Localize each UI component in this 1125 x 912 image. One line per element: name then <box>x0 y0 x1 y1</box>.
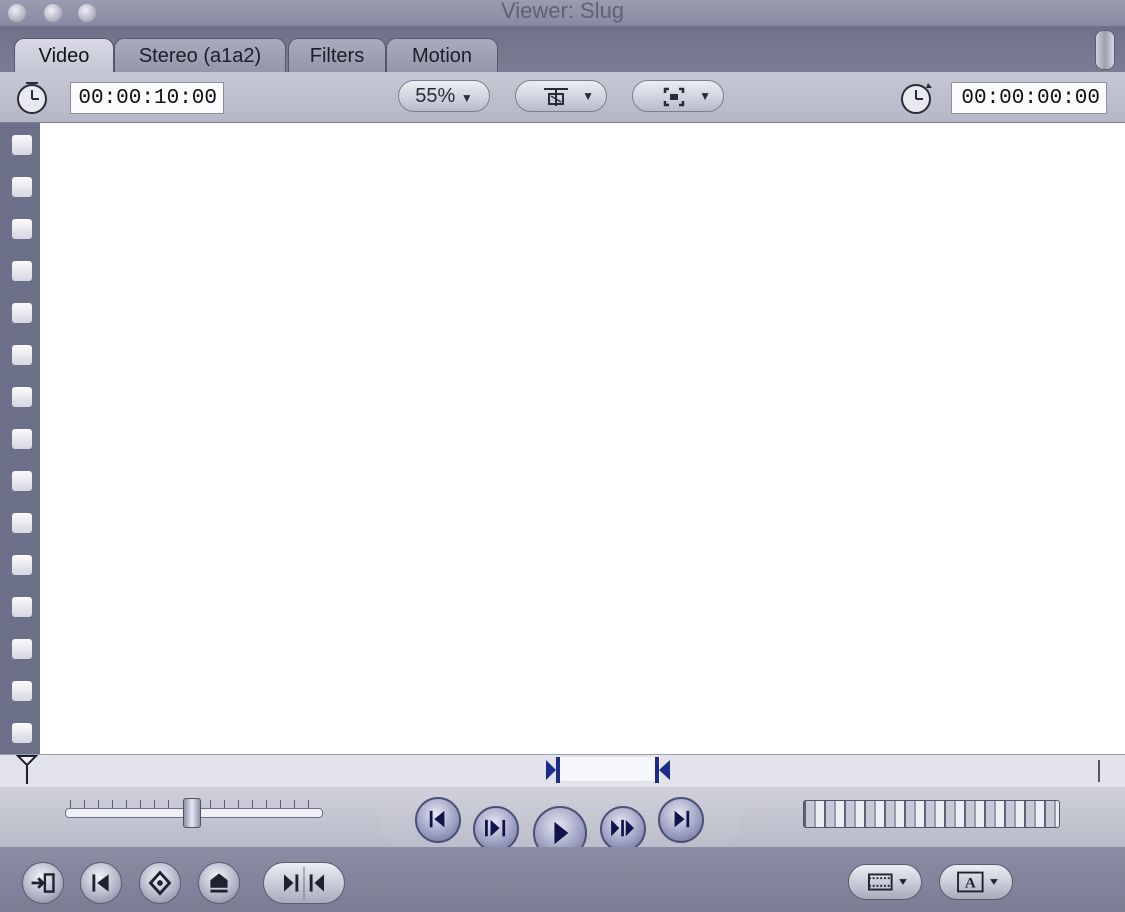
recent-clips-popup[interactable] <box>848 864 922 900</box>
duration-clock-icon <box>17 82 47 114</box>
chevron-down-icon: ▼ <box>460 91 473 105</box>
clip-end-marker <box>1098 760 1100 782</box>
in-point-icon[interactable] <box>544 754 564 786</box>
mark-in-icon <box>92 874 109 892</box>
play-in-to-out-icon <box>485 819 506 837</box>
view-icon <box>663 87 685 107</box>
jog-control[interactable] <box>803 800 1060 828</box>
out-point-icon[interactable] <box>652 754 672 786</box>
tab-strip: Video Stereo (a1a2) Filters Motion <box>0 26 1125 72</box>
viewer-toolbar: 00:00:10:00 55% ▼ ▼ ▼ 00:00:00:00 <box>0 72 1125 123</box>
play-in-to-out-button[interactable] <box>473 806 519 852</box>
overlay-popup[interactable]: ▼ <box>515 80 607 112</box>
play-around-current-icon <box>611 819 634 837</box>
mark-out-button[interactable] <box>198 862 240 904</box>
go-to-previous-edit-icon <box>429 810 445 828</box>
chevron-down-icon: ▼ <box>582 89 594 103</box>
zoom-label: 55% <box>415 85 456 107</box>
title-bar[interactable]: Viewer: Slug <box>0 0 1125 26</box>
generator-icon: A <box>957 871 998 893</box>
match-frame-button[interactable] <box>263 862 345 904</box>
tab-video[interactable]: Video <box>14 38 114 72</box>
tab-motion[interactable]: Motion <box>386 38 498 72</box>
generator-popup[interactable]: A <box>939 864 1013 900</box>
mark-in-button[interactable] <box>80 862 122 904</box>
shuttle-slider-thumb[interactable] <box>183 798 201 828</box>
duration-field[interactable]: 00:00:10:00 <box>70 82 224 114</box>
video-canvas[interactable] <box>40 123 1125 754</box>
current-timecode-field[interactable]: 00:00:00:00 <box>951 82 1107 114</box>
tab-scroll-handle[interactable] <box>1095 30 1115 70</box>
view-popup[interactable]: ▼ <box>632 80 724 112</box>
next-edit-button[interactable] <box>658 797 704 843</box>
play-around-current-button[interactable] <box>600 806 646 852</box>
tab-filters[interactable]: Filters <box>288 38 386 72</box>
recent-clips-icon <box>867 873 907 891</box>
window-title: Viewer: Slug <box>500 0 625 23</box>
timecode-clock-icon <box>901 83 932 114</box>
overlay-icon <box>544 88 568 106</box>
film-strip-edge <box>0 123 40 754</box>
add-marker-icon <box>148 870 172 896</box>
tab-stereo[interactable]: Stereo (a1a2) <box>114 38 286 72</box>
previous-edit-button[interactable] <box>415 797 461 843</box>
in-out-range <box>560 757 660 781</box>
zoom-popup[interactable]: 55% ▼ <box>398 80 490 112</box>
go-to-next-edit-icon <box>674 810 690 828</box>
add-marker-button[interactable] <box>139 862 181 904</box>
insert-edit-button[interactable] <box>22 862 64 904</box>
insert-edit-icon <box>31 873 55 893</box>
svg-text:A: A <box>965 876 976 892</box>
viewer-window: Viewer: Slug Video Stereo (a1a2) Filters… <box>0 0 1125 912</box>
playhead-icon[interactable] <box>16 754 38 786</box>
mark-out-icon <box>210 873 228 893</box>
chevron-down-icon: ▼ <box>699 89 711 103</box>
match-frame-icon <box>284 866 324 900</box>
